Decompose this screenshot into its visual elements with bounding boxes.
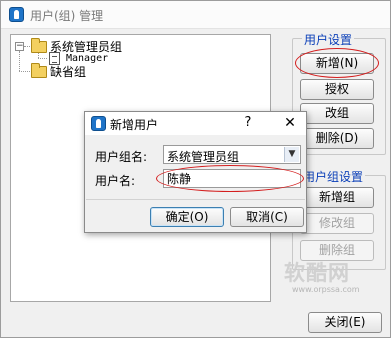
dialog-titlebar: 新增用户 ? ✕ bbox=[85, 112, 306, 135]
chevron-down-icon[interactable]: ▼ bbox=[284, 147, 299, 162]
user-name-label: 用户名: bbox=[95, 174, 136, 188]
help-button[interactable]: ? bbox=[237, 114, 259, 132]
tree-connector bbox=[19, 51, 20, 71]
watermark-url: www.orpssa.com bbox=[292, 285, 360, 294]
add-group-button[interactable]: 新增组 bbox=[300, 187, 374, 208]
tree-connector bbox=[38, 58, 47, 59]
group-settings-title: 用户组设置 bbox=[301, 168, 366, 185]
add-user-dialog: 新增用户 ? ✕ 用户组名: 系统管理员组 ▼ 用户名: 确定(O) 取消(C) bbox=[84, 111, 307, 233]
ok-button[interactable]: 确定(O) bbox=[150, 207, 224, 227]
tree-collapse-icon[interactable]: − bbox=[15, 42, 24, 51]
tree-connector bbox=[24, 46, 30, 47]
dialog-divider bbox=[86, 199, 305, 200]
group-name-select[interactable]: 系统管理员组 ▼ bbox=[163, 145, 301, 164]
user-name-input[interactable] bbox=[163, 169, 301, 188]
app-icon bbox=[9, 7, 24, 22]
watermark-logo: 软酷网 bbox=[284, 261, 350, 285]
group-name-label: 用户组名: bbox=[95, 150, 148, 164]
close-button[interactable]: 关闭(E) bbox=[308, 312, 382, 333]
authorize-button[interactable]: 授权 bbox=[300, 79, 374, 100]
edit-group-button[interactable]: 修改组 bbox=[300, 213, 374, 234]
main-titlebar: 用户(组) 管理 bbox=[1, 1, 390, 29]
cancel-button[interactable]: 取消(C) bbox=[230, 207, 304, 227]
user-settings-title: 用户设置 bbox=[302, 31, 355, 48]
group-name-select-value: 系统管理员组 bbox=[167, 150, 240, 164]
folder-icon bbox=[31, 38, 47, 53]
window-title: 用户(组) 管理 bbox=[30, 9, 104, 23]
dialog-close-button[interactable]: ✕ bbox=[279, 114, 301, 132]
change-group-button[interactable]: 改组 bbox=[300, 103, 374, 124]
delete-user-button[interactable]: 删除(D) bbox=[300, 128, 374, 149]
tree-connector bbox=[19, 71, 30, 72]
user-group-management-window: 用户(组) 管理 − 系统管理员组 Manager 缺省组 用户设置 新增(N)… bbox=[0, 0, 391, 338]
dialog-title: 新增用户 bbox=[110, 118, 159, 132]
add-user-button[interactable]: 新增(N) bbox=[300, 53, 374, 74]
folder-icon bbox=[31, 63, 47, 78]
tree-item-default-group[interactable]: 缺省组 bbox=[50, 63, 86, 80]
app-icon bbox=[91, 116, 106, 131]
